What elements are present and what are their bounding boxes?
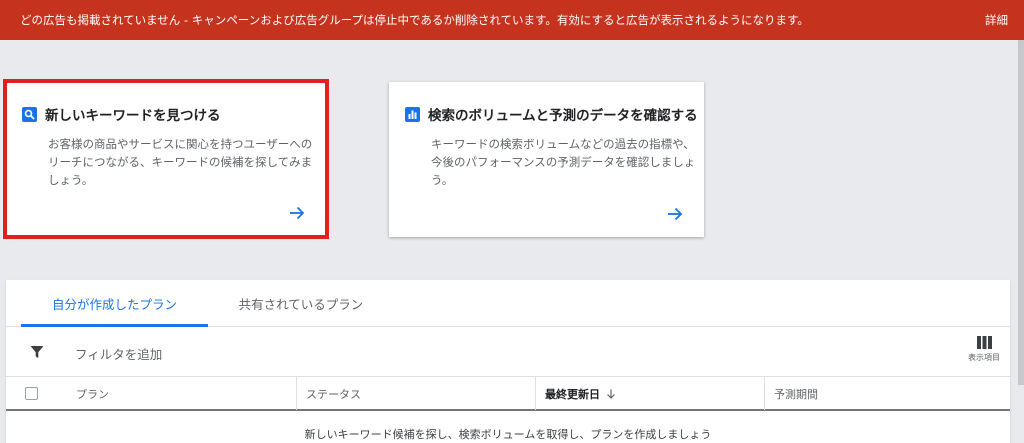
column-header-label: ステータス bbox=[306, 387, 361, 401]
card-title: 検索のボリュームと予測のデータを確認する bbox=[428, 108, 698, 124]
card-description: お客様の商品やサービスに関心を持つユーザーへのリーチにつながる、キーワードの候補… bbox=[48, 137, 313, 187]
status-banner: どの広告も掲載されていません - キャンペーンおよび広告グループは停止中であるか… bbox=[0, 0, 1024, 40]
forecast-card[interactable]: 検索のボリュームと予測のデータを確認する キーワードの検索ボリュームなどの過去の… bbox=[389, 82, 704, 237]
columns-icon bbox=[976, 336, 992, 349]
column-header-label: プラン bbox=[76, 387, 109, 401]
banner-details-link[interactable]: 詳細 bbox=[985, 12, 1008, 28]
banner-message: どの広告も掲載されていません - キャンペーンおよび広告グループは停止中であるか… bbox=[20, 13, 809, 27]
card-description: キーワードの検索ボリュームなどの過去の指標や、今後のパフォーマンスの予測データを… bbox=[431, 137, 696, 187]
plan-tabs: 自分が作成したプラン 共有されているプラン bbox=[6, 280, 1010, 327]
column-header-forecast-period[interactable]: 予測期間 bbox=[764, 377, 1010, 410]
select-all-checkbox[interactable] bbox=[24, 387, 38, 400]
filter-bar: フィルタを追加 表示項目 bbox=[6, 328, 1010, 376]
table-header: プラン ステータス 最終更新日 予測期間 bbox=[6, 376, 1010, 411]
column-header-last-updated[interactable]: 最終更新日 bbox=[535, 377, 764, 410]
bar-chart-icon bbox=[405, 106, 420, 122]
arrow-right-icon[interactable] bbox=[666, 205, 684, 223]
empty-state-message: 新しいキーワード候補を探し、検索ボリュームを取得し、プランを作成しましょう bbox=[304, 428, 712, 441]
add-filter-button[interactable]: フィルタを追加 bbox=[75, 344, 162, 363]
column-header-status[interactable]: ステータス bbox=[296, 377, 535, 410]
columns-button[interactable]: 表示項目 bbox=[964, 336, 1004, 370]
column-header-plan[interactable]: プラン bbox=[56, 377, 296, 410]
select-all-cell bbox=[6, 377, 56, 410]
active-tab-indicator bbox=[21, 324, 208, 327]
plans-panel: 自分が作成したプラン 共有されているプラン フィルタを追加 表示項目 プラン ス… bbox=[6, 280, 1010, 443]
column-header-label: 最終更新日 bbox=[545, 387, 600, 401]
card-title: 新しいキーワードを見つける bbox=[45, 108, 221, 124]
filter-icon[interactable] bbox=[30, 345, 44, 359]
arrow-right-icon[interactable] bbox=[288, 204, 306, 222]
sort-descending-icon bbox=[607, 389, 615, 399]
search-icon bbox=[22, 106, 37, 122]
tab-my-plans[interactable]: 自分が作成したプラン bbox=[21, 280, 208, 327]
column-header-label: 予測期間 bbox=[774, 387, 818, 401]
columns-label: 表示項目 bbox=[968, 353, 1000, 362]
find-keywords-card[interactable]: 新しいキーワードを見つける お客様の商品やサービスに関心を持つユーザーへのリーチ… bbox=[6, 82, 326, 236]
tab-shared-plans[interactable]: 共有されているプラン bbox=[216, 280, 386, 327]
scrollbar-thumb[interactable] bbox=[1018, 40, 1024, 385]
